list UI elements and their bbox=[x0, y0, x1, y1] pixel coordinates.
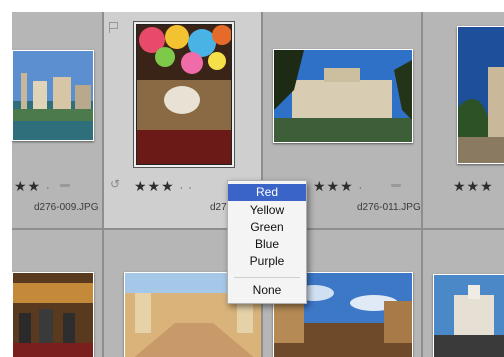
filename: d276-009.JPG bbox=[34, 202, 99, 213]
photo-glass-ceiling-lobby bbox=[137, 25, 231, 164]
menu-item-yellow[interactable]: Yellow bbox=[228, 202, 306, 219]
photo-thumbnail[interactable] bbox=[12, 50, 94, 141]
photo-venetian-tower bbox=[458, 27, 504, 163]
menu-item-blue[interactable]: Blue bbox=[228, 236, 306, 253]
grid-cell-1[interactable]: ★★ · d276-009.JPG bbox=[12, 12, 102, 228]
menu-item-red[interactable]: Red bbox=[228, 184, 306, 201]
menu-item-purple[interactable]: Purple bbox=[228, 253, 306, 270]
stars: ★★★ bbox=[453, 178, 494, 194]
stars: ★★★ bbox=[313, 178, 354, 194]
photo-fountain-plaza bbox=[434, 275, 504, 357]
photo-thumbnail[interactable] bbox=[433, 274, 504, 357]
grid-cell-8[interactable] bbox=[423, 230, 504, 357]
color-label-indicator[interactable] bbox=[391, 184, 401, 187]
photo-thumbnail[interactable] bbox=[273, 49, 413, 143]
star-rating[interactable]: ★★★ bbox=[453, 178, 494, 195]
empty-star-dots: · bbox=[46, 182, 51, 194]
photo-casino-floor bbox=[13, 273, 93, 357]
color-label-indicator[interactable] bbox=[60, 184, 70, 187]
photo-thumbnail[interactable] bbox=[12, 272, 94, 357]
photo-thumbnail[interactable] bbox=[457, 26, 504, 164]
rotate-icon[interactable]: ↺ bbox=[110, 177, 120, 191]
stars: ★★ bbox=[14, 178, 42, 194]
star-rating[interactable]: ★★★ · · bbox=[134, 178, 193, 195]
star-rating[interactable]: ★★★ · bbox=[313, 178, 363, 195]
star-rating[interactable]: ★★ · bbox=[14, 178, 51, 195]
photo-thumbnail[interactable] bbox=[136, 24, 232, 165]
stars: ★★★ bbox=[134, 178, 175, 194]
photo-bellagio-hotel bbox=[274, 50, 412, 142]
filename: d276-011.JPG bbox=[357, 202, 421, 213]
empty-star-dots: · bbox=[358, 182, 364, 194]
empty-star-dots: · · bbox=[179, 182, 193, 194]
grid-cell-5[interactable] bbox=[12, 230, 102, 357]
color-label-menu: Red Yellow Green Blue Purple None bbox=[227, 180, 307, 304]
menu-item-none[interactable]: None bbox=[228, 282, 306, 299]
grid-cell-4[interactable]: ★★★ bbox=[423, 12, 504, 228]
menu-item-green[interactable]: Green bbox=[228, 219, 306, 236]
menu-separator bbox=[234, 277, 300, 278]
flag-icon[interactable] bbox=[109, 22, 119, 33]
photo-las-vegas-skyline bbox=[13, 51, 93, 140]
